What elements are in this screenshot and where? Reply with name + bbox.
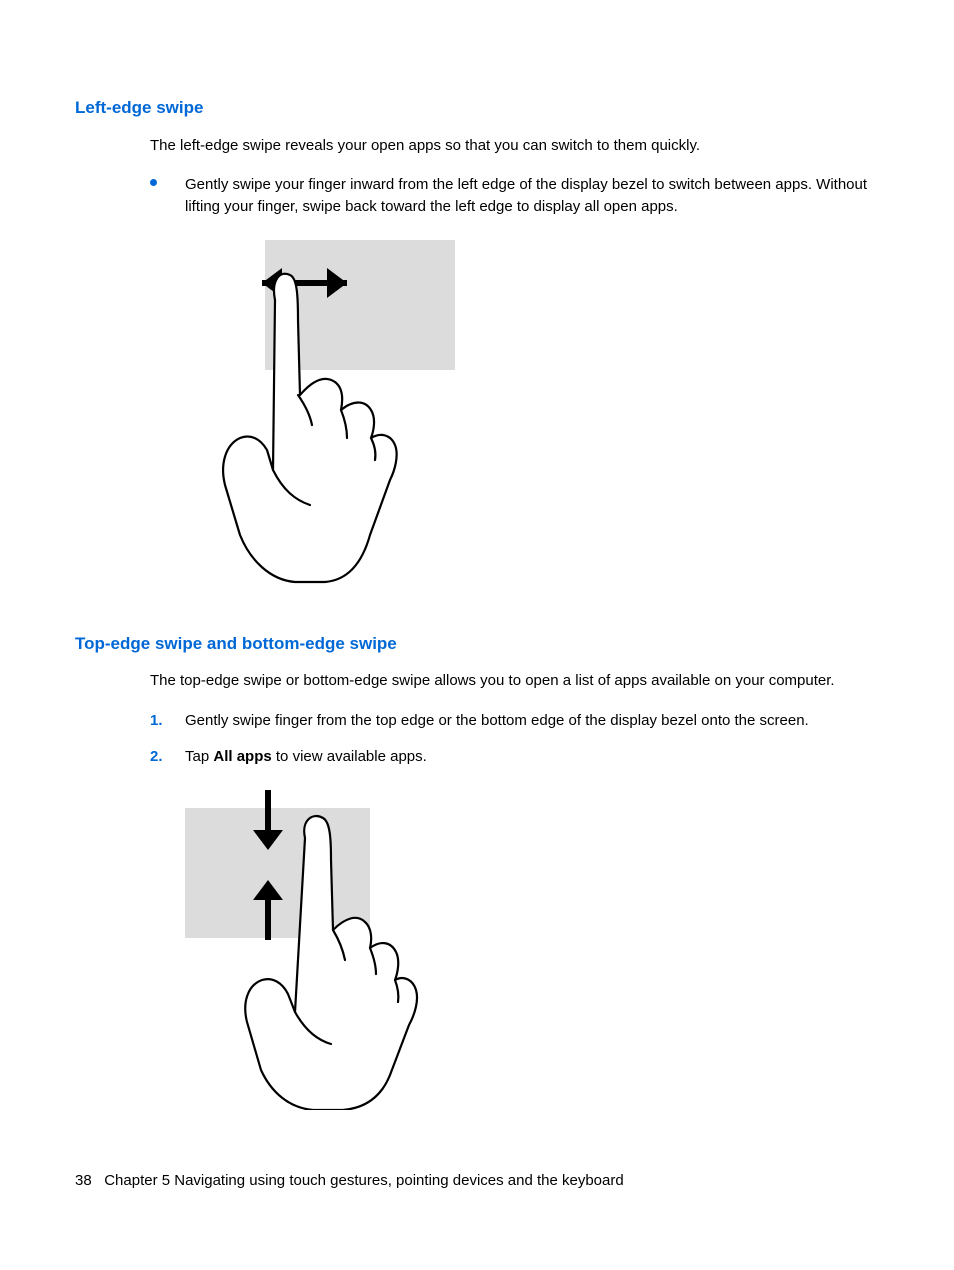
chapter-title: Chapter 5 Navigating using touch gesture…: [104, 1172, 624, 1189]
page-footer: 38 Chapter 5 Navigating using touch gest…: [75, 1170, 624, 1192]
bullet-text: Gently swipe your finger inward from the…: [185, 176, 867, 215]
step2-suffix: to view available apps.: [272, 748, 427, 765]
step-marker: 1.: [150, 710, 163, 732]
step-text: Gently swipe finger from the top edge or…: [185, 712, 809, 729]
bullet-item: Gently swipe your finger inward from the…: [150, 174, 879, 218]
step-2: 2. Tap All apps to view available apps.: [150, 746, 879, 768]
step2-prefix: Tap: [185, 748, 213, 765]
figure-top-bottom-edge-swipe: [185, 790, 879, 1117]
heading-top-bottom-edge-swipe: Top-edge swipe and bottom-edge swipe: [75, 632, 879, 657]
step-1: 1. Gently swipe finger from the top edge…: [150, 710, 879, 732]
heading-left-edge-swipe: Left-edge swipe: [75, 96, 879, 121]
intro-left-edge: The left-edge swipe reveals your open ap…: [150, 135, 879, 157]
intro-top-bottom: The top-edge swipe or bottom-edge swipe …: [150, 670, 879, 692]
step-marker: 2.: [150, 746, 163, 768]
step-text: Tap All apps to view available apps.: [185, 748, 427, 765]
figure-left-edge-swipe: [185, 240, 879, 592]
bullet-list: Gently swipe your finger inward from the…: [150, 174, 879, 218]
bullet-dot-icon: [150, 179, 157, 186]
numbered-list: 1. Gently swipe finger from the top edge…: [150, 710, 879, 768]
step2-bold: All apps: [213, 748, 271, 765]
page-number: 38: [75, 1172, 92, 1189]
